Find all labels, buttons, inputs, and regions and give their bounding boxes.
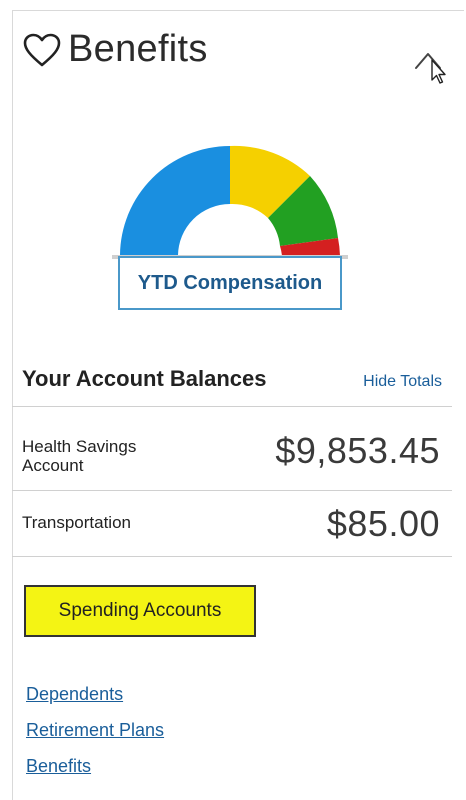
divider [12,490,452,491]
page-title: Benefits [68,28,208,70]
hsa-balance: $9,853.45 [275,430,440,471]
mouse-cursor-icon [431,59,446,84]
gauge-segment-blue [120,146,230,256]
benefits-link[interactable]: Benefits [26,756,91,777]
divider [12,556,452,557]
divider [12,406,452,407]
transportation-balance: $85.00 [326,503,440,544]
heart-icon [23,33,61,66]
spending-accounts-button[interactable]: Spending Accounts [24,585,256,637]
hide-totals-link[interactable]: Hide Totals [363,373,442,391]
compensation-gauge [112,145,348,259]
account-balances-header: Your Account Balances Hide Totals [22,366,452,392]
hsa-label: Health Savings Account [22,437,137,475]
dependents-link[interactable]: Dependents [26,684,123,705]
chevron-up-icon[interactable] [410,42,450,84]
ytd-compensation-button[interactable]: YTD Compensation [118,256,342,310]
transportation-label: Transportation [22,513,131,532]
retirement-plans-link[interactable]: Retirement Plans [26,720,164,741]
account-balances-title: Your Account Balances [22,366,267,391]
benefits-header: Benefits [22,28,208,71]
